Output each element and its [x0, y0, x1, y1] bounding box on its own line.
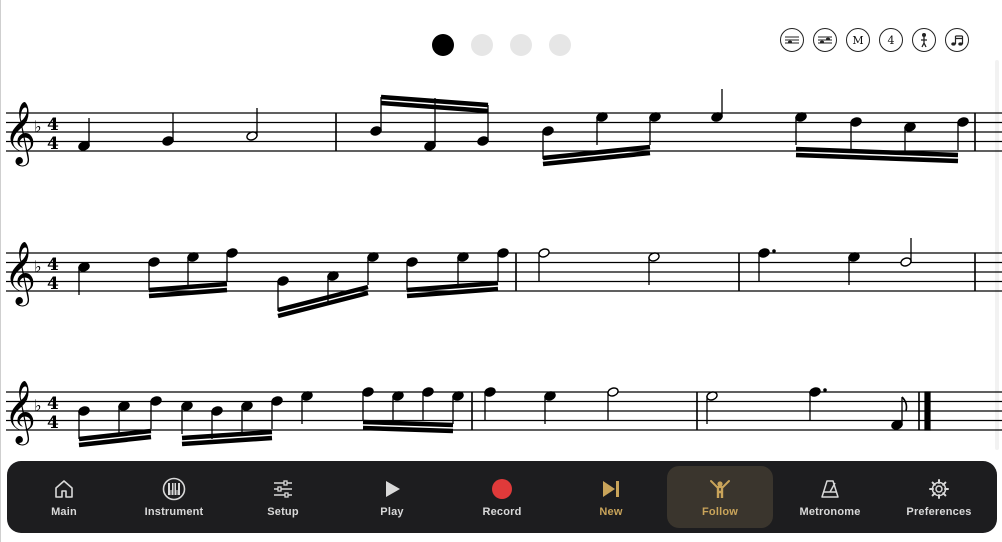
note-head [900, 257, 912, 267]
note-beam [362, 419, 454, 428]
note-beam [362, 425, 454, 434]
note-head [406, 257, 418, 267]
bottom-navigation-bar: Main Instrument Setup Play Record New Fo… [7, 461, 997, 533]
record-icon [489, 476, 515, 502]
note-head [241, 401, 253, 411]
time-sig-bottom: 4 [47, 274, 59, 294]
note-head [607, 387, 619, 397]
nav-label: Play [380, 506, 404, 518]
note-head [809, 387, 821, 397]
note-flag [901, 396, 908, 412]
gear-icon [926, 476, 952, 502]
note-head [497, 248, 509, 258]
note-head [891, 420, 903, 430]
nav-metronome-button[interactable]: Metronome [775, 461, 885, 533]
nav-label: Follow [701, 506, 739, 518]
nav-new-button[interactable]: New [556, 461, 666, 533]
note-head [162, 136, 174, 146]
nav-record-button[interactable]: Record [447, 461, 557, 533]
note-head [211, 406, 223, 416]
conductor-icon [707, 476, 733, 502]
note-head [758, 248, 770, 258]
metronome-icon [817, 476, 843, 502]
time-sig-top: 4 [47, 394, 59, 414]
nav-label: Main [51, 506, 77, 518]
sliders-icon [270, 476, 296, 502]
time-sig-top: 4 [47, 255, 59, 275]
nav-preferences-button[interactable]: Preferences [884, 461, 994, 533]
note-dot [772, 249, 776, 253]
sheet-music: 𝄞♭ 44𝄞♭ 44𝄞♭ 44 [4, 89, 1002, 448]
treble-clef: 𝄞 [4, 241, 36, 307]
note-head [78, 141, 90, 151]
skip-next-icon [598, 476, 624, 502]
flat-sign: ♭ [34, 396, 42, 415]
play-icon [379, 476, 405, 502]
piano-keys-icon [161, 476, 187, 502]
nav-label: Instrument [144, 506, 204, 518]
note-head [277, 276, 289, 286]
time-sig-top: 4 [47, 115, 59, 135]
note-head [422, 387, 434, 397]
note-head [538, 248, 550, 258]
time-sig-bottom: 4 [47, 134, 59, 154]
home-icon [51, 476, 77, 502]
note-head [542, 126, 554, 136]
nav-label: Metronome [799, 506, 861, 518]
nav-label: Setup [267, 506, 299, 518]
nav-setup-button[interactable]: Setup [228, 461, 338, 533]
nav-follow-button[interactable]: Follow [665, 461, 775, 533]
note-head [904, 122, 916, 132]
note-head [477, 136, 489, 146]
nav-label: Record [482, 506, 522, 518]
note-head [226, 248, 238, 258]
nav-label: Preferences [906, 506, 972, 518]
flat-sign: ♭ [34, 257, 42, 276]
note-head [484, 387, 496, 397]
note-head [118, 401, 130, 411]
note-head [150, 396, 162, 406]
nav-main-button[interactable]: Main [9, 461, 119, 533]
note-head [370, 126, 382, 136]
nav-play-button[interactable]: Play [337, 461, 447, 533]
nav-instrument-button[interactable]: Instrument [119, 461, 229, 533]
note-head [850, 117, 862, 127]
note-head [181, 401, 193, 411]
treble-clef: 𝄞 [4, 380, 36, 446]
note-dot [823, 388, 827, 392]
note-head [78, 262, 90, 272]
flat-sign: ♭ [34, 117, 42, 136]
note-head [362, 387, 374, 397]
nav-label: New [599, 506, 623, 518]
note-head [271, 396, 283, 406]
note-head [424, 141, 436, 151]
treble-clef: 𝄞 [4, 101, 36, 167]
note-head [957, 117, 969, 127]
note-head [148, 257, 160, 267]
note-head [78, 406, 90, 416]
final-barline [924, 391, 931, 431]
time-sig-bottom: 4 [47, 413, 59, 433]
